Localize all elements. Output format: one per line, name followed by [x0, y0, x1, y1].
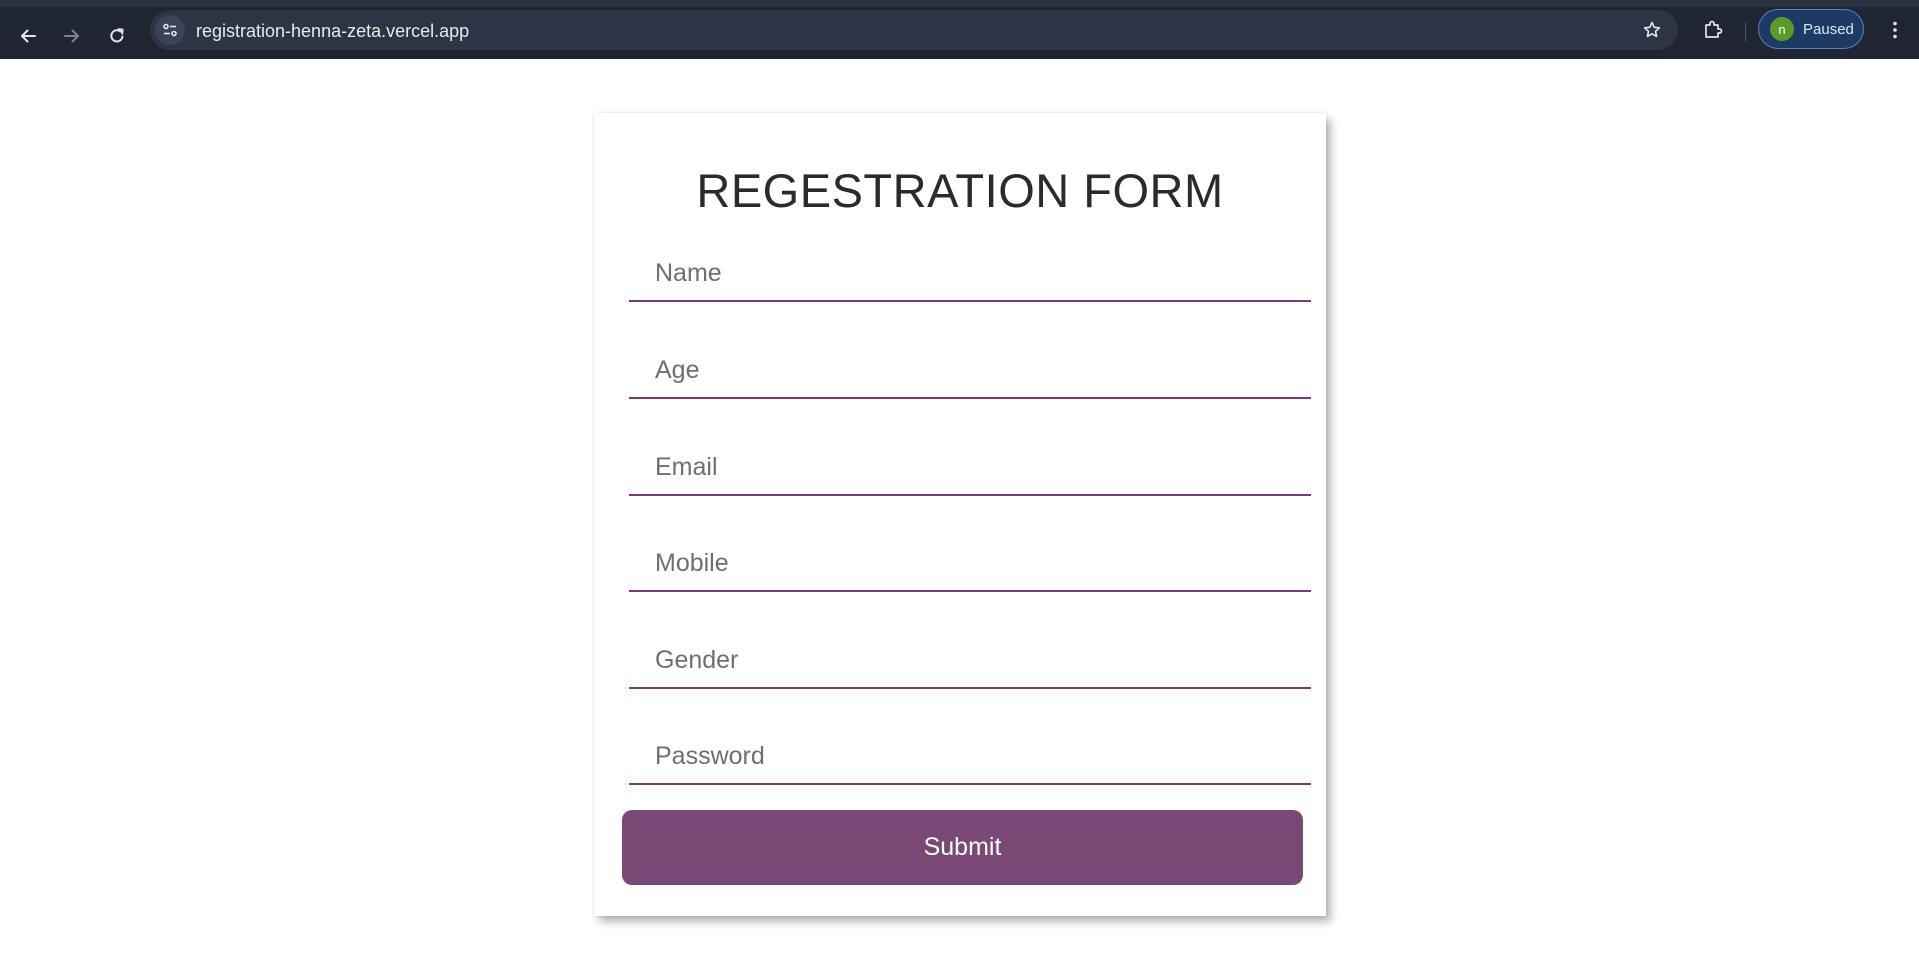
browser-toolbar: registration-henna-zeta.vercel.app n Pau… — [0, 0, 1919, 59]
star-icon — [1643, 21, 1661, 38]
name-field[interactable] — [629, 246, 1311, 302]
forward-button[interactable] — [55, 19, 89, 53]
avatar: n — [1770, 17, 1794, 41]
kebab-menu-icon — [1893, 21, 1897, 39]
age-field[interactable] — [629, 343, 1311, 399]
mobile-field[interactable] — [629, 536, 1311, 592]
profile-button[interactable]: n Paused — [1758, 9, 1864, 49]
arrow-right-icon — [64, 29, 79, 43]
puzzle-icon — [1705, 20, 1723, 38]
password-field[interactable] — [629, 729, 1311, 785]
submit-button[interactable]: Submit — [622, 810, 1303, 885]
url-text[interactable]: registration-henna-zeta.vercel.app — [196, 21, 469, 42]
back-button[interactable] — [11, 19, 45, 53]
form-title: REGESTRATION FORM — [696, 164, 1224, 217]
tune-icon — [163, 23, 177, 37]
arrow-left-icon — [21, 29, 36, 43]
toolbar-divider — [1745, 22, 1746, 42]
reload-icon — [110, 28, 124, 43]
gender-field[interactable] — [629, 633, 1311, 689]
reload-button[interactable] — [100, 19, 134, 53]
address-bar[interactable]: registration-henna-zeta.vercel.app — [150, 10, 1678, 50]
profile-status-label: Paused — [1803, 20, 1854, 38]
registration-card: REGESTRATION FORM Submit — [594, 113, 1326, 916]
site-info-button[interactable] — [155, 15, 185, 45]
browser-menu-button[interactable] — [1880, 14, 1910, 46]
email-field[interactable] — [629, 440, 1311, 496]
bookmark-button[interactable] — [1638, 16, 1666, 44]
extensions-button[interactable] — [1697, 14, 1729, 46]
